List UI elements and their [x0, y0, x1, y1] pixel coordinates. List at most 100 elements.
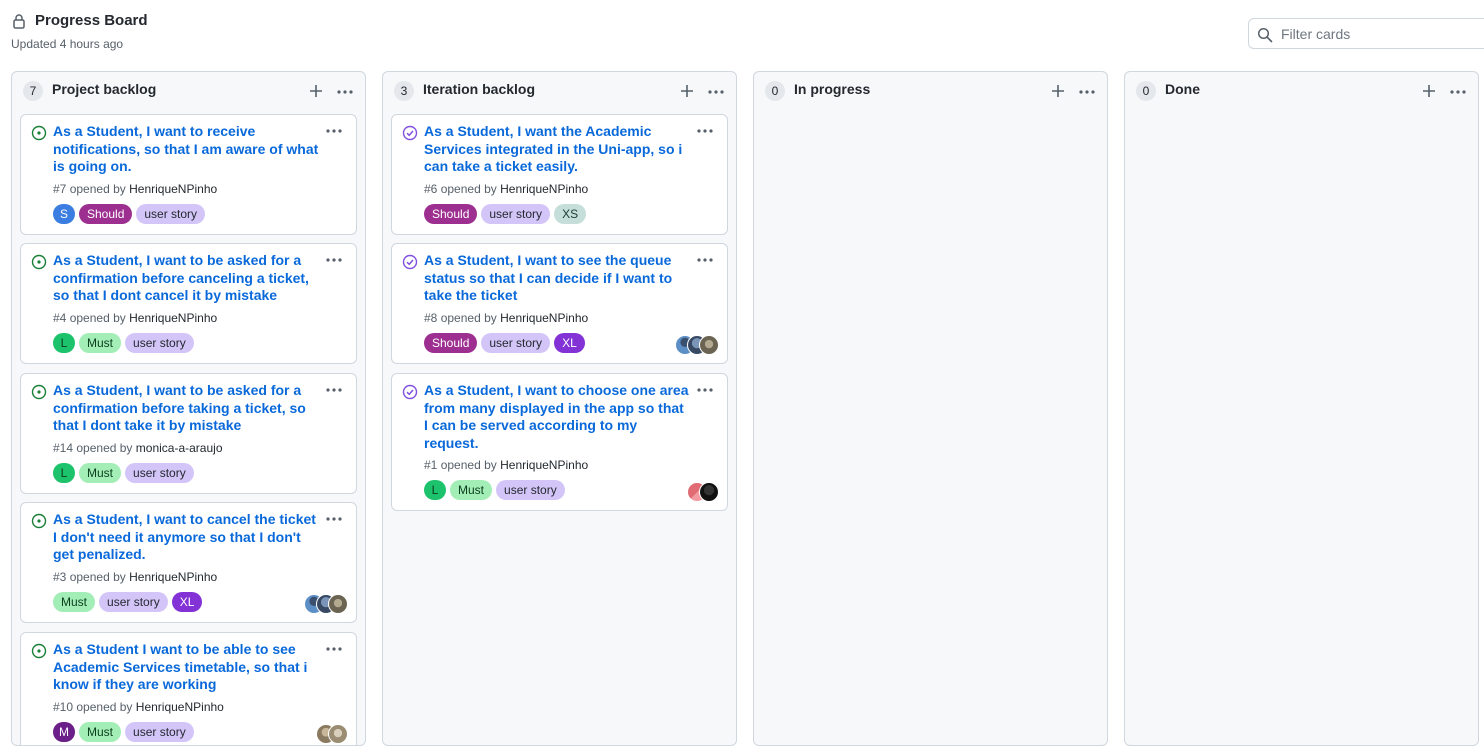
issue-author[interactable]: HenriqueNPinho — [129, 311, 217, 325]
issue-card[interactable]: As a Student, I want to see the queue st… — [391, 243, 728, 364]
avatar[interactable] — [699, 334, 719, 355]
more-options-icon[interactable] — [706, 82, 726, 100]
issue-author[interactable]: HenriqueNPinho — [500, 311, 588, 325]
issue-closed-icon — [402, 254, 418, 270]
label-badge[interactable]: user story — [136, 203, 206, 224]
issue-open-icon — [31, 384, 47, 400]
issue-open-icon — [31, 643, 47, 659]
issue-meta: #7 opened by HenriqueNPinho — [53, 182, 217, 196]
label-badge[interactable]: L — [53, 462, 75, 483]
avatar[interactable] — [699, 482, 719, 502]
label-badge[interactable]: Must — [79, 332, 122, 353]
issue-closed-icon — [402, 125, 418, 141]
card-more-icon[interactable] — [695, 254, 715, 266]
opened-by-text: opened by — [69, 181, 126, 196]
issue-meta: #14 opened by monica-a-araujo — [53, 441, 223, 455]
issue-title-link[interactable]: As a Student I want to be able to see Ac… — [53, 641, 319, 694]
column-in-progress: 0 In progress — [753, 71, 1108, 746]
assignee-avatars[interactable] — [675, 334, 719, 355]
card-more-icon[interactable] — [324, 384, 344, 396]
opened-by-text: opened by — [440, 310, 497, 325]
card-more-icon[interactable] — [695, 384, 715, 396]
label-badge[interactable]: user story — [481, 332, 551, 353]
plus-icon[interactable] — [678, 82, 696, 100]
issue-author[interactable]: HenriqueNPinho — [129, 570, 217, 584]
issue-title-link[interactable]: As a Student, I want to receive notifica… — [53, 123, 319, 176]
issue-author[interactable]: monica-a-araujo — [136, 441, 223, 455]
board-title: Progress Board — [35, 12, 148, 29]
issue-number: #14 — [53, 440, 74, 455]
issue-title-link[interactable]: As a Student, I want to choose one area … — [424, 382, 690, 452]
label-list: Should user story XL — [424, 332, 585, 353]
label-badge[interactable]: Should — [424, 203, 478, 224]
issue-closed-icon — [402, 384, 418, 400]
issue-title-link[interactable]: As a Student, I want to be asked for a c… — [53, 252, 319, 305]
card-more-icon[interactable] — [324, 254, 344, 266]
column-project-backlog: 7 Project backlog As a Student, I want t… — [11, 71, 366, 746]
label-badge[interactable]: Must — [79, 462, 122, 483]
opened-by-text: opened by — [440, 181, 497, 196]
issue-title-link[interactable]: As a Student, I want to cancel the ticke… — [53, 511, 319, 564]
issue-title-link[interactable]: As a Student, I want to see the queue st… — [424, 252, 690, 305]
issue-title-link[interactable]: As a Student, I want the Academic Servic… — [424, 123, 690, 176]
label-badge[interactable]: Should — [424, 332, 478, 353]
issue-author[interactable]: HenriqueNPinho — [136, 700, 224, 714]
label-badge[interactable]: user story — [99, 591, 168, 612]
assignee-avatars[interactable] — [304, 593, 348, 614]
card-more-icon[interactable] — [695, 125, 715, 137]
plus-icon[interactable] — [1420, 82, 1438, 100]
plus-icon[interactable] — [1049, 82, 1067, 100]
label-badge[interactable]: user story — [125, 721, 194, 742]
issue-card[interactable]: As a Student, I want to be asked for a c… — [20, 373, 357, 494]
label-badge[interactable]: Must — [53, 591, 96, 612]
avatar[interactable] — [328, 593, 348, 614]
label-badge[interactable]: Must — [450, 480, 493, 500]
issue-open-icon — [31, 125, 47, 141]
more-options-icon[interactable] — [335, 82, 355, 100]
issue-author[interactable]: HenriqueNPinho — [500, 182, 588, 196]
issue-author[interactable]: HenriqueNPinho — [500, 458, 588, 472]
column-count: 3 — [394, 81, 414, 101]
label-badge[interactable]: user story — [125, 462, 194, 483]
lock-icon — [13, 14, 25, 29]
issue-card[interactable]: As a Student, I want the Academic Servic… — [391, 114, 728, 235]
label-badge[interactable]: XL — [171, 591, 203, 612]
label-badge[interactable]: L — [53, 332, 75, 353]
label-badge[interactable]: user story — [125, 332, 194, 353]
filter-field[interactable] — [1248, 18, 1484, 49]
more-options-icon[interactable] — [1448, 82, 1468, 100]
assignee-avatars[interactable] — [316, 723, 348, 744]
issue-card[interactable]: As a Student I want to be able to see Ac… — [20, 632, 357, 745]
label-badge[interactable]: M — [53, 721, 75, 742]
more-options-icon[interactable] — [1077, 82, 1097, 100]
issue-card[interactable]: As a Student, I want to receive notifica… — [20, 114, 357, 235]
avatar[interactable] — [328, 723, 348, 744]
issue-card[interactable]: As a Student, I want to choose one area … — [391, 373, 728, 511]
label-badge[interactable]: user story — [496, 480, 565, 500]
issue-meta: #10 opened by HenriqueNPinho — [53, 700, 224, 714]
issue-card[interactable]: As a Student, I want to be asked for a c… — [20, 243, 357, 364]
filter-input[interactable] — [1281, 19, 1484, 48]
assignee-avatars[interactable] — [687, 482, 719, 502]
issue-title-link[interactable]: As a Student, I want to be asked for a c… — [53, 382, 319, 435]
label-badge[interactable]: XL — [554, 332, 585, 353]
label-badge[interactable]: S — [53, 203, 75, 224]
plus-icon[interactable] — [307, 82, 325, 100]
card-more-icon[interactable] — [324, 125, 344, 137]
label-list: Must user story XL — [53, 591, 203, 612]
column-iteration-backlog: 3 Iteration backlog As a Student, I want… — [382, 71, 737, 746]
card-more-icon[interactable] — [324, 513, 344, 525]
opened-by-text: opened by — [69, 310, 126, 325]
label-badge[interactable]: XS — [554, 203, 587, 224]
issue-author[interactable]: HenriqueNPinho — [129, 182, 217, 196]
label-badge[interactable]: L — [424, 480, 446, 500]
label-badge[interactable]: Should — [79, 203, 133, 224]
label-badge[interactable]: Must — [79, 721, 122, 742]
issue-number: #8 — [424, 310, 438, 325]
column-title: Iteration backlog — [423, 81, 536, 97]
label-badge[interactable]: user story — [481, 203, 551, 224]
issue-card[interactable]: As a Student, I want to cancel the ticke… — [20, 502, 357, 623]
issue-meta: #1 opened by HenriqueNPinho — [424, 458, 588, 472]
issue-meta: #3 opened by HenriqueNPinho — [53, 570, 217, 584]
card-more-icon[interactable] — [324, 643, 344, 655]
